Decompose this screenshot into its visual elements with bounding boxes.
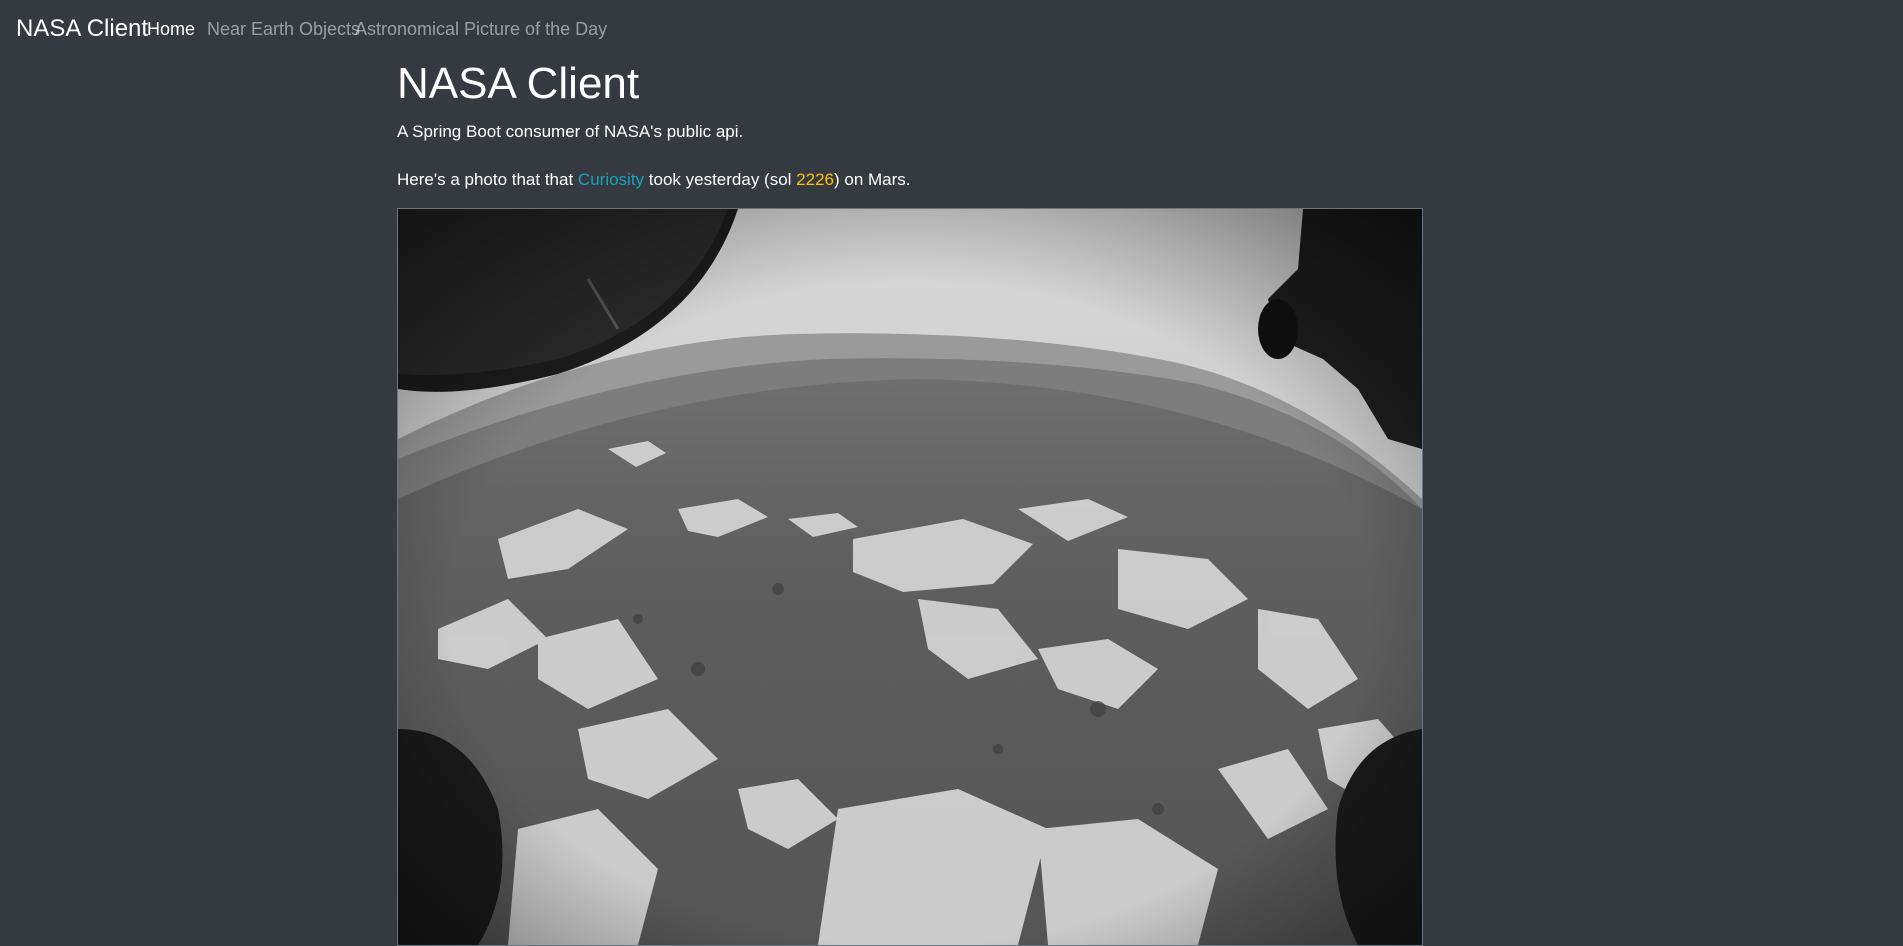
mars-photo-image bbox=[398, 209, 1422, 945]
page-description: A Spring Boot consumer of NASA's public … bbox=[397, 122, 744, 141]
photo-intro: Here's a photo that that Curiosity took … bbox=[397, 170, 911, 190]
nav-link-apod[interactable]: Astronomical Picture of the Day bbox=[355, 18, 607, 40]
photo-intro-suffix: ) on Mars. bbox=[834, 170, 911, 189]
rover-link[interactable]: Curiosity bbox=[578, 170, 644, 189]
navbar: NASA Client Home Near Earth Objects Astr… bbox=[0, 0, 1903, 57]
nav-link-home[interactable]: Home bbox=[147, 18, 195, 40]
mars-photo bbox=[397, 208, 1423, 946]
photo-intro-prefix: Here's a photo that that bbox=[397, 170, 578, 189]
photo-intro-middle: took yesterday (sol bbox=[644, 170, 797, 189]
sol-number: 2226 bbox=[796, 170, 834, 189]
navbar-brand[interactable]: NASA Client bbox=[16, 14, 148, 44]
nav-link-near-earth-objects[interactable]: Near Earth Objects bbox=[207, 18, 360, 40]
page-title: NASA Client bbox=[397, 59, 640, 108]
